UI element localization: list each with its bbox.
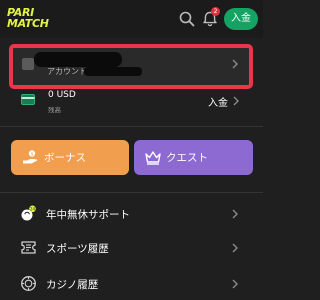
bonus-button[interactable]: $ ボーナス [11,140,129,175]
menu-label: スポーツ履歴 [46,243,109,255]
balance-amount: 0 USD [48,90,76,100]
logo-line-2: MATCH [7,16,49,30]
account-highlight-frame [9,44,253,89]
chevron-right-icon [232,209,238,219]
quest-button[interactable]: クエスト [134,140,253,175]
balance-deposit-link[interactable]: 入金 [208,94,228,109]
header-deposit-button[interactable]: 入金 [224,8,258,30]
bonus-hand-icon: $ [23,150,38,164]
quest-label: クエスト [166,152,208,164]
svg-text:$: $ [31,151,34,157]
chevron-right-icon [232,279,238,289]
search-icon[interactable] [178,10,196,28]
notification-badge: 2 [211,7,220,16]
balance-label: 残高 [48,106,61,114]
wallet-icon [21,94,35,105]
svg-text:24: 24 [30,207,36,212]
menu-label: カジノ履歴 [46,279,99,291]
crown-icon [145,151,161,165]
menu-item-casino-history[interactable]: カジノ履歴 [0,268,263,300]
menu-item-support[interactable]: 24 年中無休サポート [0,198,263,230]
chevron-right-icon [232,243,238,253]
parimatch-logo[interactable]: PARI MATCH [7,7,51,32]
casino-chip-icon [21,276,36,291]
app-header: PARI MATCH 2 入金 [0,0,263,38]
divider [0,126,263,127]
menu-label: 年中無休サポート [46,209,130,221]
ticket-icon [21,241,36,254]
divider [0,192,263,193]
menu-item-sports-history[interactable]: スポーツ履歴 [0,232,263,264]
chevron-right-icon [233,96,239,106]
bonus-label: ボーナス [44,152,86,164]
support-icon: 24 [21,205,36,221]
